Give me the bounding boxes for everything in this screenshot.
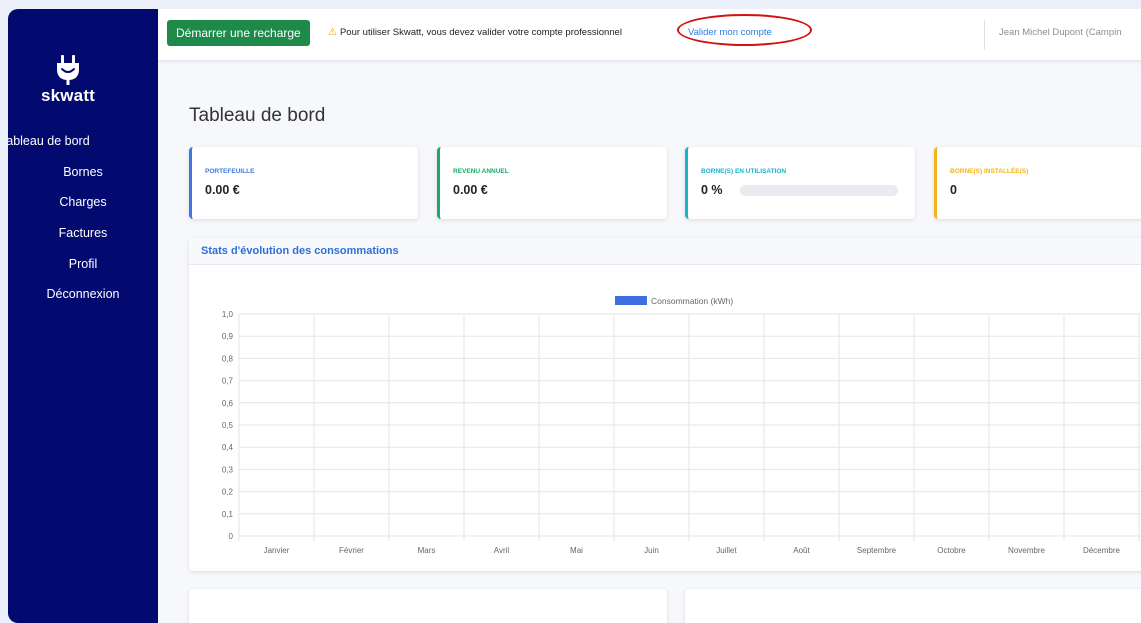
highlight-annotation bbox=[677, 14, 812, 46]
x-tick-label: Janvier bbox=[264, 546, 290, 555]
card-value: 0 bbox=[950, 183, 957, 197]
x-tick-label: Décembre bbox=[1083, 546, 1120, 555]
y-tick-label: 0,5 bbox=[222, 421, 234, 430]
sidebar-item-dashboard[interactable]: Tableau de bord bbox=[8, 130, 158, 161]
card-label: BORNE(S) INSTALLÉE(S) bbox=[950, 168, 1029, 175]
y-tick-label: 0,3 bbox=[222, 465, 234, 474]
start-charge-button[interactable]: Démarrer une recharge bbox=[167, 20, 310, 46]
card-bornes-installees: BORNE(S) INSTALLÉE(S) 0 bbox=[934, 147, 1141, 219]
usage-progress-bar bbox=[740, 185, 898, 196]
y-tick-label: 0,9 bbox=[222, 332, 234, 341]
chart-title: Stats d'évolution des consommations bbox=[189, 238, 1141, 265]
x-tick-label: Octobre bbox=[937, 546, 966, 555]
sidebar-item-bornes[interactable]: Bornes bbox=[8, 161, 158, 192]
card-value: 0.00 € bbox=[453, 183, 488, 197]
main-content: Démarrer une recharge ⚠ Pour utiliser Skw… bbox=[158, 9, 1141, 623]
consumption-chart: Consommation (kWh) 0 0,1 0,2 0,3 0,4 0,5 0,6 0,7… bbox=[222, 296, 1141, 555]
legend-label: Consommation (kWh) bbox=[651, 296, 733, 306]
card-bornes-utilisation: BORNE(S) EN UTILISATION 0 % bbox=[685, 147, 915, 219]
x-tick-label: Août bbox=[793, 546, 810, 555]
user-menu[interactable]: Jean Michel Dupont (Campin bbox=[999, 27, 1122, 38]
x-tick-label: Juillet bbox=[716, 546, 737, 555]
x-tick-label: Avril bbox=[494, 546, 510, 555]
page-title: Tableau de bord bbox=[189, 105, 326, 126]
sidebar-item-charges[interactable]: Charges bbox=[8, 191, 158, 222]
y-tick-label: 0,4 bbox=[222, 443, 234, 452]
account-warning: ⚠ Pour utiliser Skwatt, vous devez valide… bbox=[328, 27, 622, 38]
y-tick-label: 0,7 bbox=[222, 377, 234, 386]
sidebar-item-factures[interactable]: Factures bbox=[8, 222, 158, 253]
card-label: PORTEFEUILLE bbox=[205, 168, 255, 175]
card-value: 0.00 € bbox=[205, 183, 240, 197]
legend-swatch bbox=[615, 296, 647, 305]
sidebar-nav: Tableau de bord Bornes Charges Factures … bbox=[8, 130, 158, 314]
card-label: REVENU ANNUEL bbox=[453, 168, 509, 175]
x-tick-label: Juin bbox=[644, 546, 659, 555]
sidebar-item-profil[interactable]: Profil bbox=[8, 253, 158, 284]
x-tick-label: Mars bbox=[418, 546, 436, 555]
app-frame: skwatt Tableau de bord Bornes Charges Fa… bbox=[8, 9, 1141, 623]
bottom-card-right bbox=[685, 589, 1141, 623]
y-tick-label: 0,1 bbox=[222, 510, 234, 519]
warning-text: Pour utiliser Skwatt, vous devez valider… bbox=[339, 27, 622, 38]
topbar-divider bbox=[984, 20, 985, 50]
topbar: Démarrer une recharge ⚠ Pour utiliser Skw… bbox=[158, 9, 1141, 61]
y-tick-label: 0 bbox=[229, 532, 234, 541]
bottom-card-left bbox=[189, 589, 667, 623]
card-label: BORNE(S) EN UTILISATION bbox=[701, 168, 787, 175]
warning-icon: ⚠ bbox=[328, 27, 337, 38]
y-tick-label: 0,8 bbox=[222, 354, 234, 363]
x-tick-label: Février bbox=[339, 546, 364, 555]
brand-name: skwatt bbox=[40, 86, 96, 105]
x-tick-label: Septembre bbox=[857, 546, 897, 555]
x-tick-label: Mai bbox=[570, 546, 583, 555]
sidebar: skwatt Tableau de bord Bornes Charges Fa… bbox=[8, 9, 158, 623]
x-tick-label: Novembre bbox=[1008, 546, 1045, 555]
y-tick-label: 0,2 bbox=[222, 488, 234, 497]
consumption-chart-card: Stats d'évolution des consommations Cons… bbox=[189, 238, 1141, 571]
card-value: 0 % bbox=[701, 183, 723, 197]
sidebar-item-deconnexion[interactable]: Déconnexion bbox=[8, 283, 158, 314]
card-portefeuille: PORTEFEUILLE 0.00 € bbox=[189, 147, 418, 219]
brand-logo[interactable]: skwatt bbox=[28, 42, 108, 112]
y-tick-label: 0,6 bbox=[222, 399, 234, 408]
card-revenu-annuel: REVENU ANNUEL 0.00 € bbox=[437, 147, 667, 219]
y-tick-label: 1,0 bbox=[222, 310, 234, 319]
plug-icon bbox=[57, 55, 79, 85]
